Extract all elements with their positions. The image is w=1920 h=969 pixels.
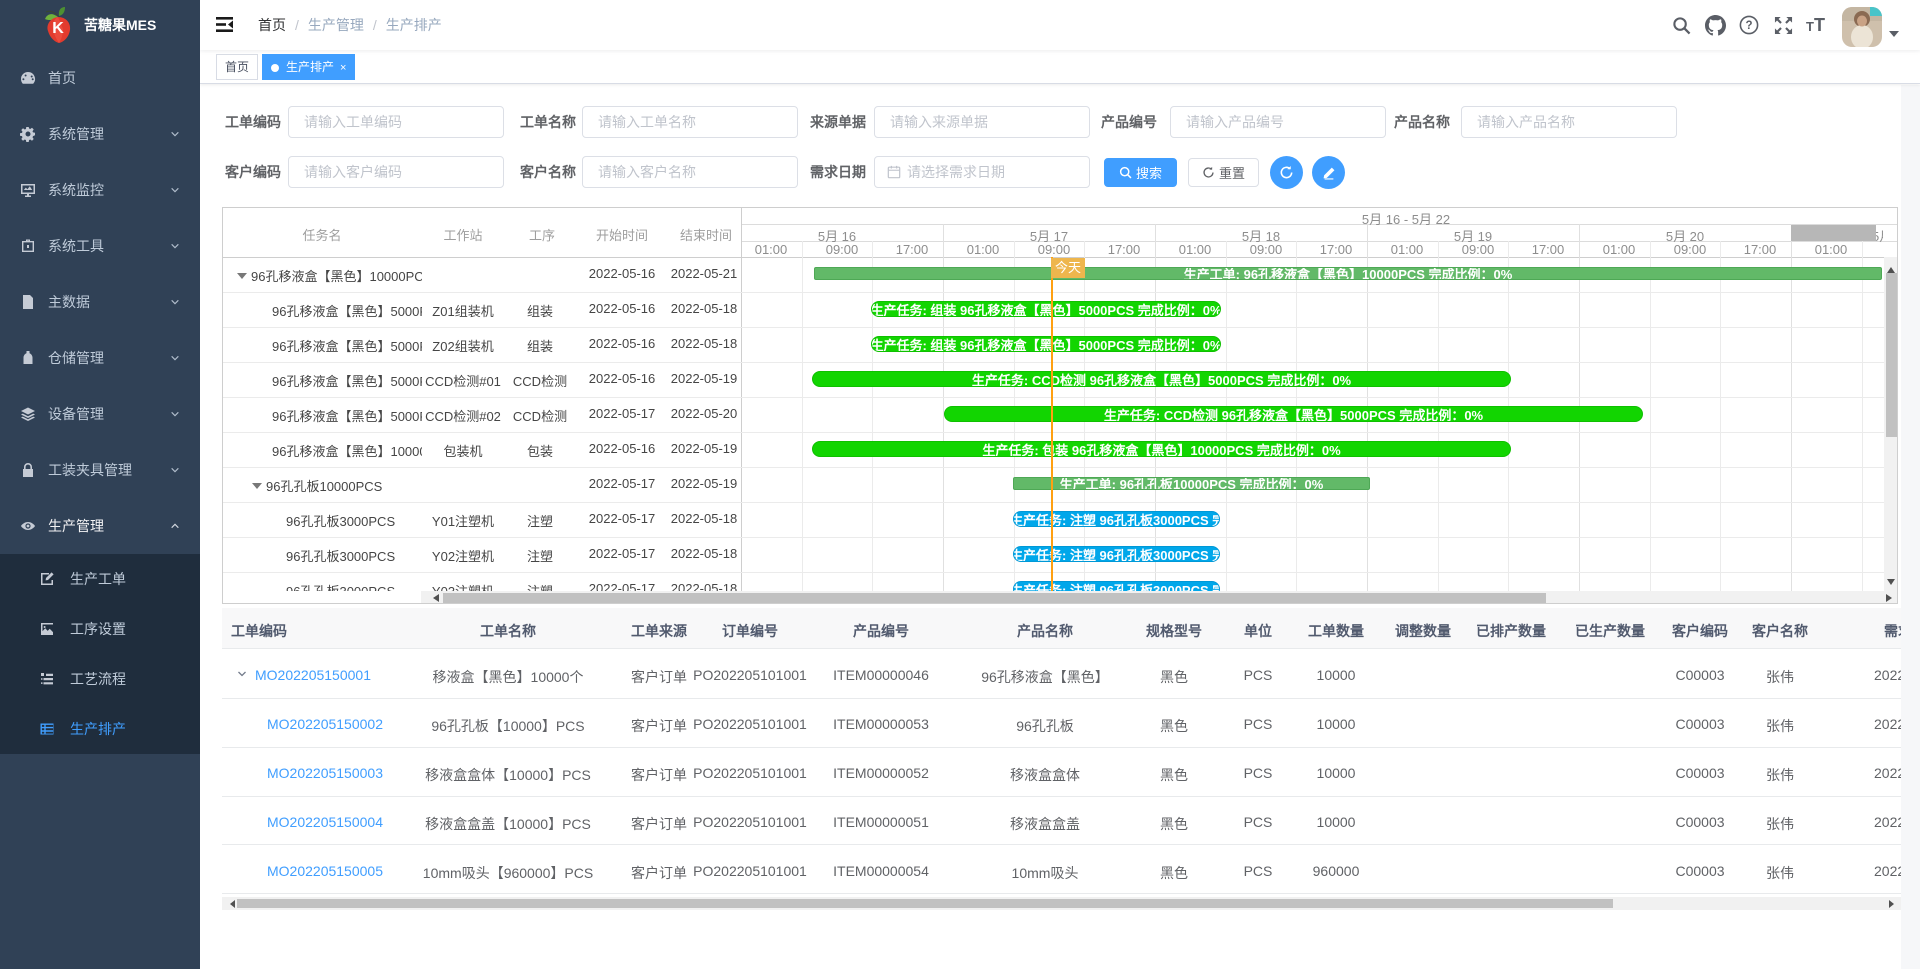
svg-text:K: K (52, 20, 64, 37)
svg-text:T: T (1814, 16, 1825, 34)
svg-text:T: T (1806, 19, 1814, 34)
svg-text:?: ? (1745, 20, 1752, 32)
